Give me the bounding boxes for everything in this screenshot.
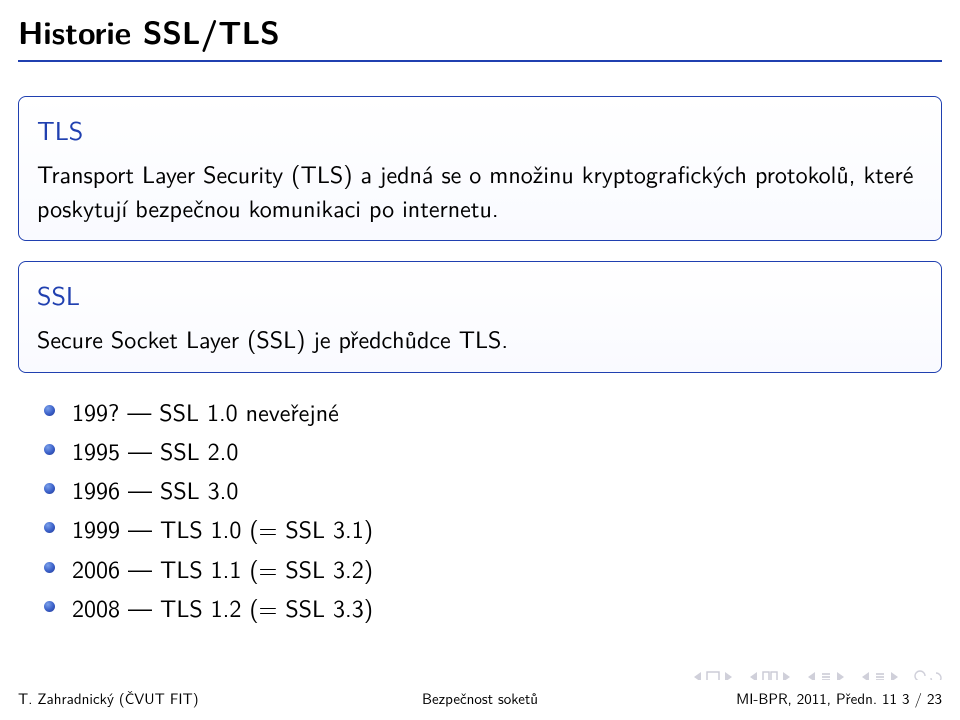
- list-item: 2008 — TLS 1.2 (= SSL 3.3): [44, 589, 942, 626]
- list-item: 1995 — SSL 2.0: [44, 432, 942, 469]
- block-ssl: SSL Secure Socket Layer (SSL) je předchů…: [18, 261, 942, 373]
- history-list: 199? — SSL 1.0 neveřejné 1995 — SSL 2.0 …: [44, 393, 942, 626]
- slide-title: Historie SSL/TLS: [18, 8, 942, 58]
- slide-content: TLS Transport Layer Security (TLS) a jed…: [0, 62, 960, 720]
- block-tls-inner: TLS Transport Layer Security (TLS) a jed…: [19, 97, 941, 240]
- title-bar: Historie SSL/TLS: [0, 0, 960, 62]
- footer-page: MI-BPR, 2011, Předn. 11 3 / 23: [736, 687, 942, 709]
- block-tls-body: Transport Layer Security (TLS) a jedná s…: [37, 157, 923, 224]
- list-item: 2006 — TLS 1.1 (= SSL 3.2): [44, 550, 942, 587]
- list-item: 1996 — SSL 3.0: [44, 471, 942, 508]
- footer-author: T. Zahradnický (ČVUT FIT): [18, 687, 199, 709]
- slide-frame: Historie SSL/TLS TLS Transport Layer Sec…: [0, 0, 960, 720]
- list-item: 199? — SSL 1.0 neveřejné: [44, 393, 942, 430]
- block-ssl-inner: SSL Secure Socket Layer (SSL) je předchů…: [19, 262, 941, 372]
- block-tls: TLS Transport Layer Security (TLS) a jed…: [18, 96, 942, 241]
- block-ssl-heading: SSL: [37, 276, 923, 314]
- footer-title: Bezpečnost soketů: [422, 687, 538, 709]
- block-tls-heading: TLS: [37, 111, 923, 149]
- list-item: 1999 — TLS 1.0 (= SSL 3.1): [44, 510, 942, 547]
- block-ssl-body: Secure Socket Layer (SSL) je předchůdce …: [37, 322, 923, 356]
- slide-footer: T. Zahradnický (ČVUT FIT) Bezpečnost sok…: [0, 680, 960, 720]
